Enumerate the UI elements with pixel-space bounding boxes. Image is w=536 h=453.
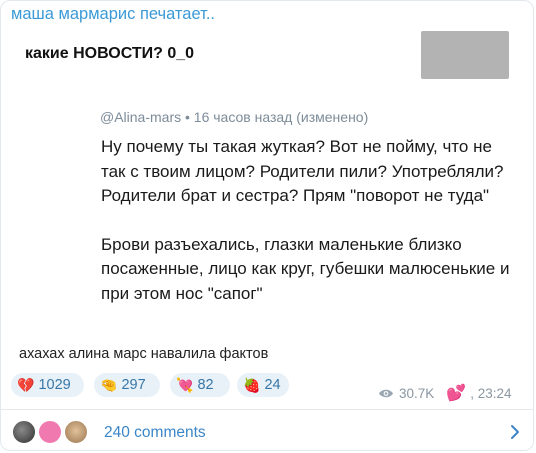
quote-meta: @Alina-mars • 16 часов назад (изменено) [100, 109, 369, 125]
reaction-heart-arrow[interactable]: 💘 82 [170, 373, 230, 397]
post-card: маша мармарис печатает.. какие НОВОСТИ? … [0, 0, 534, 451]
quote-paragraph: Ну почему ты такая жуткая? Вот не пойму,… [101, 137, 504, 205]
reaction-broken-heart[interactable]: 💔 1029 [11, 373, 84, 397]
divider [1, 409, 533, 410]
broken-heart-icon: 💔 [17, 376, 35, 393]
post-time: , 23:24 [470, 385, 512, 401]
reaction-count: 297 [121, 377, 146, 393]
reaction-count: 24 [264, 377, 281, 393]
channel-title[interactable]: маша мармарис печатает.. [11, 5, 215, 24]
two-hearts-icon: 💕 [446, 385, 467, 402]
quote-paragraph: Брови разъехались, глазки маленькие близ… [101, 234, 510, 303]
quote-text: Ну почему ты такая жуткая? Вот не пойму,… [101, 135, 511, 306]
comments-button[interactable]: 240 comments [1, 411, 533, 450]
pinching-hand-icon: 🤏 [100, 376, 118, 393]
repost-title: какие НОВОСТИ? 0_0 [25, 45, 195, 62]
chevron-right-icon [511, 425, 519, 439]
repost-thumbnail[interactable] [421, 31, 509, 79]
strawberry-icon: 🍓 [243, 376, 261, 393]
eye-icon [379, 389, 393, 397]
avatar [11, 419, 37, 445]
post-caption: ахахах алина марс навалила фактов [19, 346, 269, 362]
avatar [37, 419, 63, 445]
reaction-count: 1029 [38, 377, 71, 393]
reaction-strawberry[interactable]: 🍓 24 [237, 373, 289, 397]
comments-label: 240 comments [104, 424, 206, 441]
heart-arrow-icon: 💘 [176, 376, 194, 393]
post-stats: 30.7K 💕 , 23:24 [378, 383, 512, 403]
view-count: 30.7K [399, 385, 435, 401]
reaction-count: 82 [197, 377, 214, 393]
reaction-pinching-hand[interactable]: 🤏 297 [94, 373, 160, 397]
avatar [63, 419, 89, 445]
